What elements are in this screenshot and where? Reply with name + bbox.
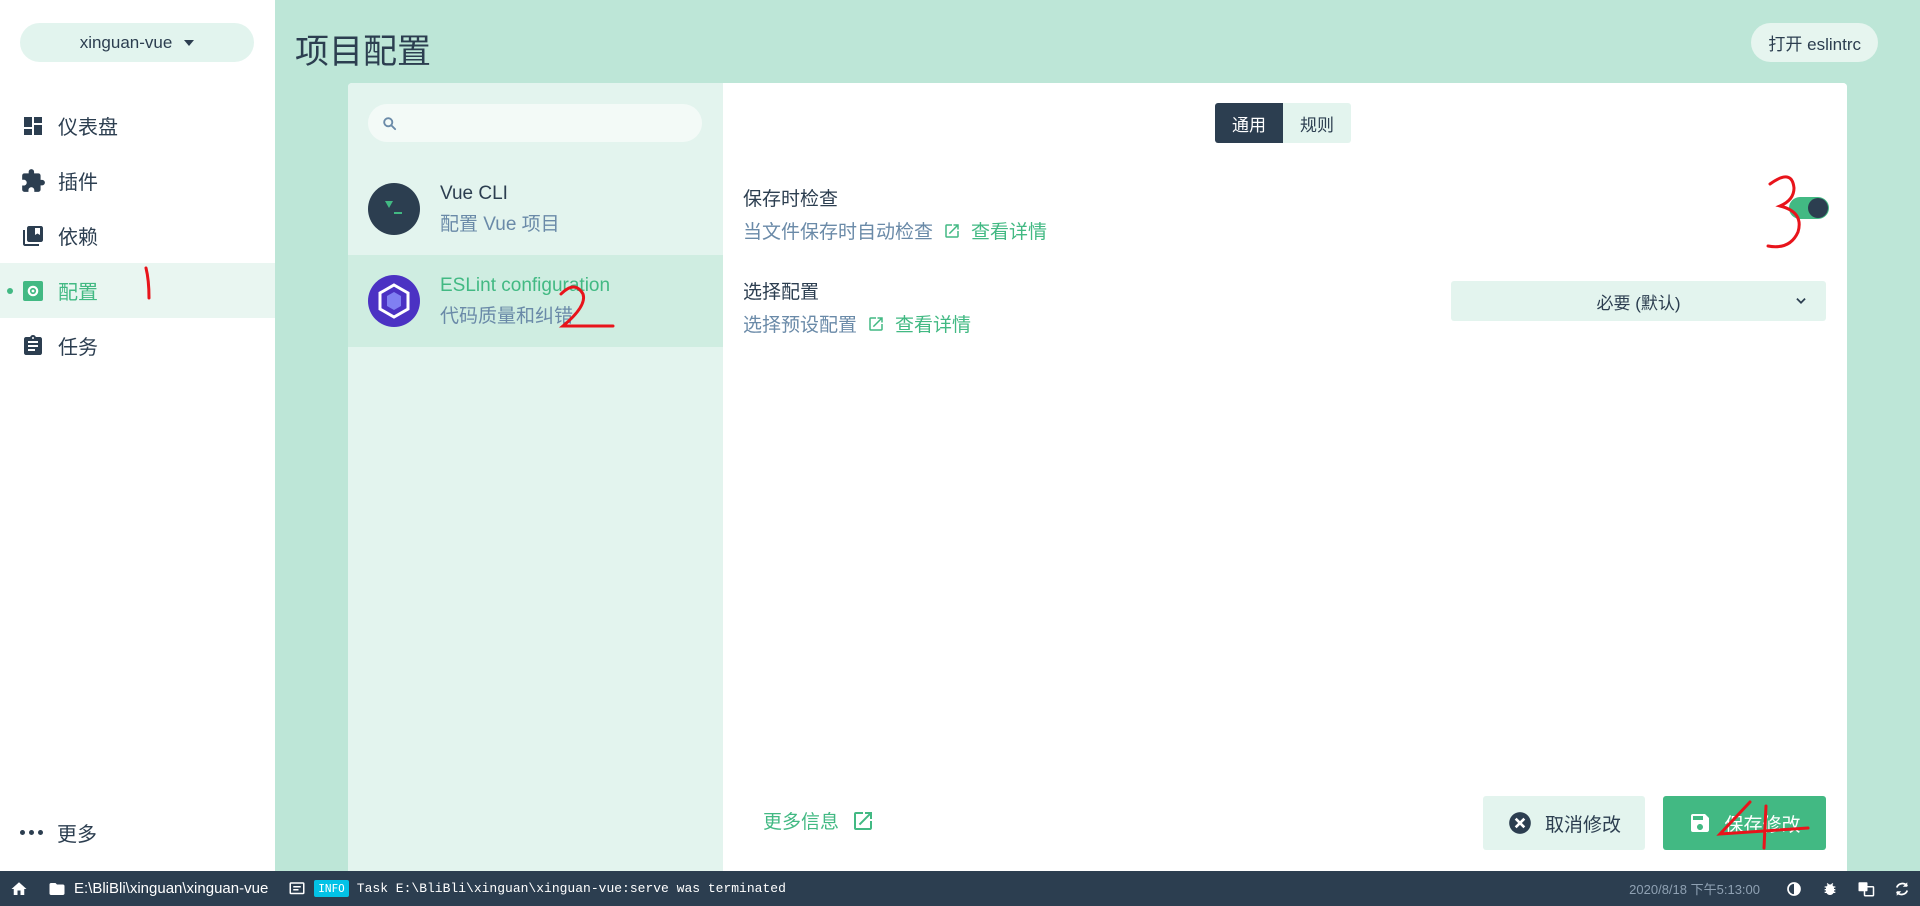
- more-dots-icon: [20, 830, 43, 835]
- prompt-select-config: 选择配置 选择预设配置 查看详情: [743, 277, 971, 337]
- search-input[interactable]: [407, 114, 702, 132]
- tab-group: 通用 规则: [1215, 103, 1351, 143]
- details-link[interactable]: 查看详情: [971, 217, 1047, 244]
- search-box[interactable]: [368, 104, 702, 142]
- project-path[interactable]: E:\BliBli\xinguan\xinguan-vue: [38, 871, 278, 906]
- prompt-desc: 当文件保存时自动检查: [743, 222, 934, 243]
- cancel-icon: [1509, 812, 1531, 834]
- translate-button[interactable]: [1848, 871, 1884, 906]
- sidebar: xinguan-vue 仪表盘 插件 依赖 配置 任务 更多: [0, 0, 275, 871]
- list-item-eslint[interactable]: ESLint configuration 代码质量和纠错: [348, 255, 723, 347]
- open-eslintrc-button[interactable]: 打开 eslintrc: [1751, 23, 1878, 62]
- prompt-label: 选择配置: [743, 282, 820, 303]
- external-link-icon: [854, 811, 873, 830]
- list-item-name: ESLint configuration: [440, 274, 611, 296]
- clipboard-icon: [20, 333, 46, 359]
- bug-icon: [1824, 882, 1836, 895]
- list-item-desc: 配置 Vue 项目: [440, 213, 560, 235]
- contrast-icon: [1787, 881, 1801, 896]
- toggle-knob: [1808, 198, 1828, 218]
- sidebar-item-label: 任务: [58, 337, 98, 359]
- sidebar-item-configuration[interactable]: 配置: [0, 263, 275, 318]
- sidebar-more-label: 更多: [57, 824, 97, 846]
- sidebar-item-dashboard[interactable]: 仪表盘: [0, 98, 275, 153]
- list-item-vue-cli[interactable]: Vue CLI 配置 Vue 项目: [348, 163, 723, 255]
- status-time: 2020/8/18 下午5:13:00: [1629, 882, 1760, 897]
- sidebar-nav: 仪表盘 插件 依赖 配置 任务: [0, 98, 275, 373]
- home-button[interactable]: [0, 871, 38, 906]
- puzzle-icon: [20, 168, 46, 194]
- cancel-label: 取消修改: [1544, 814, 1621, 836]
- theme-toggle-button[interactable]: [1776, 871, 1812, 906]
- log-level-badge: INFO: [314, 880, 349, 897]
- sidebar-item-label: 仪表盘: [58, 117, 118, 139]
- sidebar-item-tasks[interactable]: 任务: [0, 318, 275, 373]
- config-list: Vue CLI 配置 Vue 项目 ESLint configuration 代…: [348, 83, 723, 871]
- sidebar-item-label: 依赖: [58, 227, 98, 249]
- prompt-label: 保存时检查: [743, 189, 839, 210]
- prompt-lint-on-save: 保存时检查 当文件保存时自动检查 查看详情: [743, 184, 1047, 244]
- library-icon: [20, 223, 46, 249]
- status-bar: E:\BliBli\xinguan\xinguan-vue INFO Task …: [0, 871, 1920, 906]
- sidebar-item-dependencies[interactable]: 依赖: [0, 208, 275, 263]
- prompt-desc: 选择预设配置: [743, 315, 858, 336]
- config-preset-select[interactable]: 必要 (默认): [1451, 281, 1826, 321]
- tab-general[interactable]: 通用: [1215, 103, 1283, 143]
- more-info-link[interactable]: 更多信息: [763, 807, 875, 834]
- sidebar-item-label: 插件: [58, 172, 98, 194]
- list-item-desc: 代码质量和纠错: [440, 305, 574, 327]
- select-value: 必要 (默认): [1596, 293, 1681, 313]
- more-info-label: 更多信息: [763, 812, 840, 833]
- list-item-name: Vue CLI: [440, 182, 508, 204]
- details-link[interactable]: 查看详情: [895, 310, 971, 337]
- sidebar-item-plugins[interactable]: 插件: [0, 153, 275, 208]
- folder-icon: [49, 882, 65, 895]
- eslint-icon: [368, 275, 420, 327]
- chevron-down-icon: [1796, 298, 1806, 304]
- project-name: xinguan-vue: [79, 32, 173, 52]
- console-icon: [289, 881, 305, 894]
- dashboard-icon: [20, 113, 46, 139]
- external-link-icon: [945, 223, 959, 238]
- sidebar-more[interactable]: 更多: [20, 818, 97, 847]
- save-label: 保存修改: [1724, 814, 1801, 836]
- lint-on-save-toggle[interactable]: [1789, 197, 1829, 219]
- project-selector[interactable]: xinguan-vue: [20, 23, 254, 62]
- log-message: Task E:\BliBli\xinguan\xinguan-vue:serve…: [356, 881, 786, 896]
- config-card: Vue CLI 配置 Vue 项目 ESLint configuration 代…: [348, 83, 1847, 871]
- save-changes-button[interactable]: 保存修改: [1663, 796, 1826, 850]
- sidebar-item-label: 配置: [58, 282, 98, 304]
- project-path-text: E:\BliBli\xinguan\xinguan-vue: [74, 880, 269, 897]
- settings-icon: [20, 278, 46, 304]
- search-icon: [383, 116, 397, 130]
- translate-icon: [1858, 881, 1875, 896]
- config-detail: 通用 规则 保存时检查 当文件保存时自动检查 查看详情 选择配置 选择预设配置 …: [723, 83, 1847, 871]
- page-title: 项目配置: [295, 33, 431, 71]
- external-link-icon: [869, 316, 883, 331]
- bug-report-button[interactable]: [1812, 871, 1848, 906]
- log-toggle[interactable]: INFO Task E:\BliBli\xinguan\xinguan-vue:…: [278, 871, 796, 906]
- home-icon: [11, 881, 27, 895]
- tab-rules[interactable]: 规则: [1283, 103, 1351, 143]
- refresh-button[interactable]: [1884, 871, 1920, 906]
- cancel-changes-button[interactable]: 取消修改: [1483, 796, 1645, 850]
- save-icon: [1691, 814, 1710, 832]
- vue-cli-icon: [368, 183, 420, 235]
- refresh-icon: [1895, 881, 1909, 896]
- chevron-down-icon: [184, 39, 195, 46]
